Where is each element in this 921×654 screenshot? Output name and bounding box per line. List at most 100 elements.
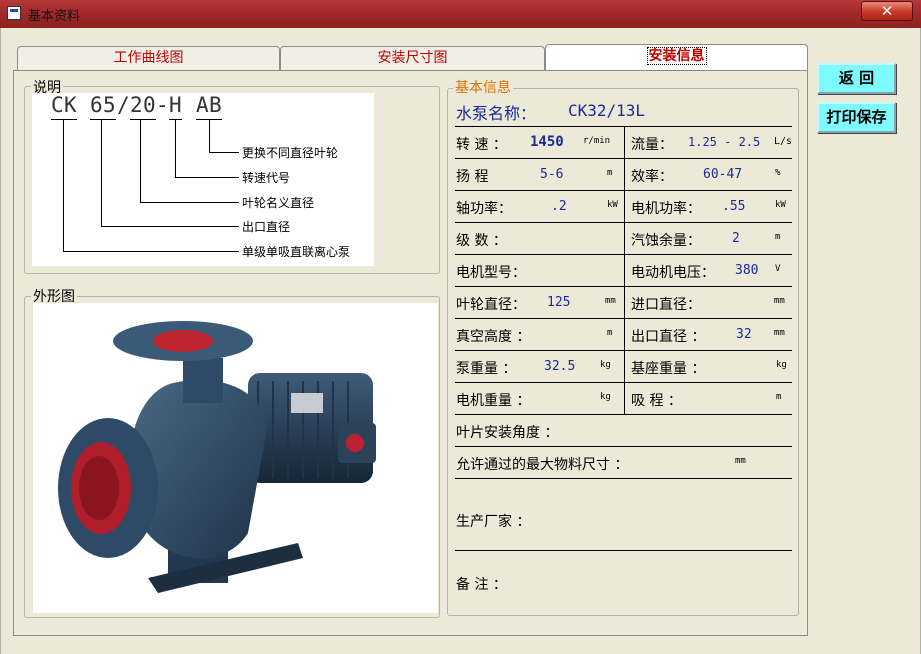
speed-unit: r/min	[583, 136, 611, 146]
leader-line	[101, 120, 102, 226]
legend-impeller-diameter: 叶轮名义直径	[242, 196, 315, 210]
code-char: 5	[103, 93, 116, 117]
legend-impeller-variant: 更换不同直径叶轮	[242, 146, 339, 160]
base-weight-label: 基座重量 ：	[631, 361, 706, 377]
flow-label: 流量：	[631, 137, 673, 153]
efficiency-value: 60-47	[703, 167, 743, 182]
code-char: A	[196, 93, 209, 117]
stages-label: 级 数 ：	[456, 233, 507, 249]
motor-power-label: 电机功率：	[631, 201, 701, 217]
impeller-diameter-value: 125	[547, 295, 571, 310]
motor-weight-label: 电机重量 ：	[456, 393, 531, 409]
pump-image	[33, 303, 438, 613]
tab-install-dimensions[interactable]: 安装尺寸图	[280, 46, 545, 70]
column-divider	[624, 126, 625, 414]
leader-line	[140, 202, 239, 203]
code-char: -	[156, 93, 169, 117]
row-divider	[455, 414, 792, 415]
code-underline	[130, 119, 156, 120]
code-char: 2	[130, 93, 143, 117]
row-divider	[455, 478, 792, 479]
leader-line	[175, 120, 176, 177]
motor-voltage-value: 380	[735, 263, 759, 278]
shaft-power-value: .2	[551, 199, 567, 214]
code-underline	[51, 119, 77, 120]
speed-label: 转 速 ：	[456, 137, 507, 153]
efficiency-unit: %	[775, 168, 781, 178]
flow-unit: L/s	[774, 136, 793, 147]
close-button[interactable]: ✕	[861, 1, 913, 21]
npsh-label: 汽蚀余量：	[631, 233, 701, 249]
leader-line	[175, 177, 239, 178]
code-char: B	[209, 93, 222, 117]
code-char: /	[117, 93, 130, 117]
blade-angle-label: 叶片安装角度 ：	[456, 425, 559, 441]
motor-power-unit: kW	[775, 200, 786, 210]
pump-weight-value: 32.5	[544, 359, 576, 374]
leader-line	[209, 120, 210, 152]
npsh-value: 2	[732, 231, 740, 246]
basic-info-group	[447, 88, 799, 616]
outlet-diameter-unit: mm	[774, 328, 785, 338]
head-value: 5-6	[540, 167, 564, 182]
inlet-diameter-unit: mm	[774, 296, 785, 306]
shaft-power-unit: kW	[607, 200, 618, 210]
max-particle-label: 允许通过的最大物料尺寸 ：	[456, 457, 629, 473]
pump-illustration	[58, 321, 376, 593]
suction-lift-label: 吸 程 ：	[631, 393, 682, 409]
leader-line	[140, 120, 141, 202]
remarks-label: 备 注 ：	[456, 577, 507, 593]
motor-power-value: .55	[722, 199, 746, 214]
legend-speed-code: 转速代号	[242, 171, 291, 185]
motor-voltage-label: 电动机电压：	[631, 265, 715, 281]
print-save-button[interactable]: 打印保存	[817, 102, 896, 133]
inlet-diameter-label: 进口直径：	[631, 297, 701, 313]
outlet-diameter-value: 32	[736, 327, 752, 342]
speed-value: 1450	[530, 134, 564, 150]
app-icon	[7, 6, 21, 20]
tab-install-info-label: 安装信息	[646, 47, 707, 65]
code-underline	[90, 119, 116, 120]
window-title: 基本资料	[28, 9, 81, 24]
vacuum-height-label: 真空高度 ：	[456, 329, 531, 345]
pump-name-label: 水泵名称：	[456, 104, 537, 123]
tab-work-curve[interactable]: 工作曲线图	[17, 46, 280, 70]
suction-lift-unit: m	[776, 392, 782, 402]
motor-model-label: 电机型号：	[456, 265, 526, 281]
motor-weight-unit: kg	[600, 392, 611, 402]
tab-install-info[interactable]: 安装信息	[545, 44, 808, 71]
pump-weight-label: 泵重量 ：	[456, 361, 517, 377]
leader-line	[101, 226, 239, 227]
head-unit: m	[607, 168, 613, 178]
code-char: K	[64, 93, 77, 117]
model-code-diagram: C K 6 5 / 2 0 - H A B 更换不同直径叶轮 转速代号 叶轮名义…	[32, 93, 374, 266]
legend-pump-type: 单级单吸直联离心泵	[242, 245, 351, 259]
leader-line	[63, 120, 64, 251]
code-char: 6	[90, 93, 103, 117]
flow-value: 1.25 - 2.5	[688, 135, 761, 149]
motor-voltage-unit: V	[775, 264, 781, 274]
code-char: 0	[143, 93, 156, 117]
efficiency-label: 效率：	[631, 169, 673, 185]
leader-line	[63, 251, 239, 252]
vacuum-height-unit: m	[607, 328, 613, 338]
row-divider	[455, 550, 792, 551]
manufacturer-label: 生产厂家 ：	[456, 514, 531, 530]
code-char: C	[51, 93, 64, 117]
outlet-diameter-label: 出口直径 ：	[631, 329, 706, 345]
basic-info-group-label: 基本信息	[453, 77, 513, 97]
pump-name-value: CK32/13L	[568, 101, 646, 120]
legend-outlet-diameter: 出口直径	[242, 220, 291, 234]
pump-weight-unit: kg	[600, 360, 611, 370]
impeller-diameter-unit: mm	[605, 296, 616, 306]
code-char: H	[169, 93, 182, 117]
leader-line	[209, 152, 239, 153]
shaft-power-label: 轴功率：	[456, 201, 512, 217]
npsh-unit: m	[775, 232, 781, 242]
head-label: 扬 程	[456, 169, 489, 185]
title-bar: 基本资料 ✕	[0, 0, 921, 28]
impeller-diameter-label: 叶轮直径：	[456, 297, 526, 313]
row-divider	[455, 446, 792, 447]
back-button[interactable]: 返 回	[817, 63, 896, 94]
base-weight-unit: kg	[776, 360, 787, 370]
